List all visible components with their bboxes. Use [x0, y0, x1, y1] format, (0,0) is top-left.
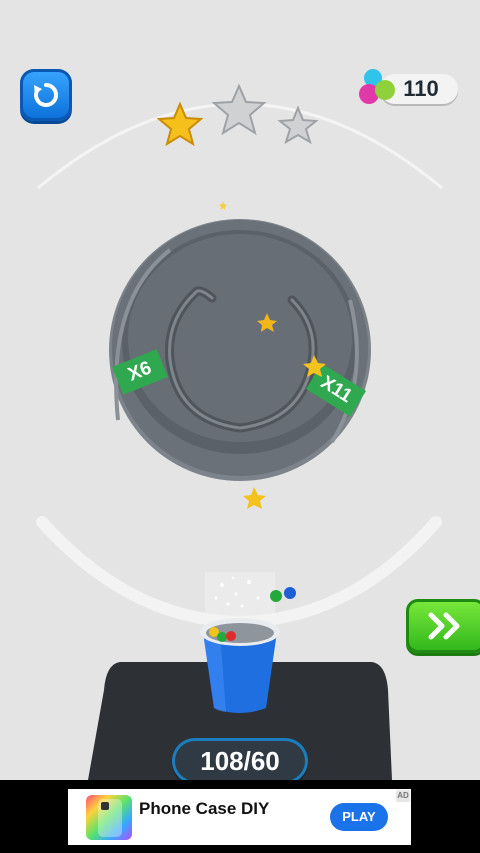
phone-case-icon [98, 799, 122, 837]
ball-progress-text: 108/60 [200, 746, 280, 776]
restart-icon [34, 82, 59, 107]
game-screen: X6 X11 110 108/60 Phone Case DIY PLAY AD [0, 0, 480, 853]
skip-level-button[interactable] [406, 599, 480, 653]
coin-count: 110 [403, 76, 439, 101]
ad-title[interactable]: Phone Case DIY [139, 799, 269, 819]
falling-ball-blue [284, 587, 296, 599]
restart-button[interactable] [20, 69, 72, 121]
rotating-board [109, 219, 371, 481]
ad-app-thumbnail[interactable] [86, 795, 132, 840]
level-star-rating [156, 83, 319, 147]
sparkle-star-icon [219, 201, 227, 210]
star-earned-icon [156, 101, 204, 147]
bonus-star-icon [243, 487, 266, 509]
ad-play-button[interactable]: PLAY [330, 803, 388, 831]
ball-spray-effect [205, 572, 275, 618]
star-empty-icon [211, 83, 267, 136]
falling-ball-green [270, 590, 282, 602]
star-empty-icon [277, 105, 319, 145]
double-chevron-right-icon [428, 612, 460, 640]
ad-badge: AD [396, 790, 410, 802]
